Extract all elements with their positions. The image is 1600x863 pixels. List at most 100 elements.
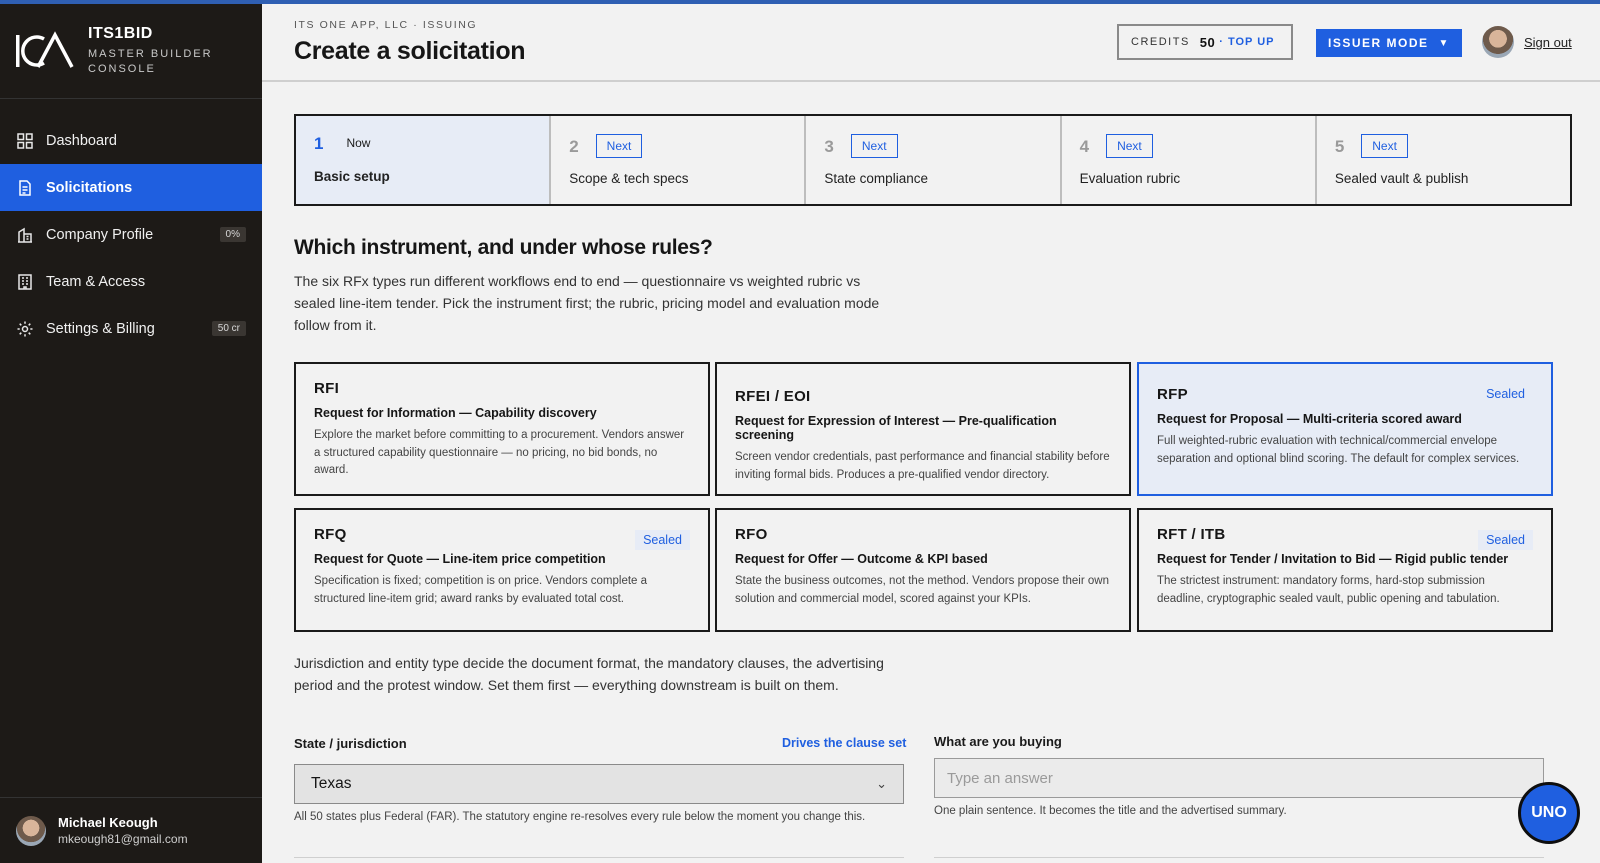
divider bbox=[294, 857, 904, 858]
avatar bbox=[16, 815, 46, 846]
caret-down-icon: ▼ bbox=[1438, 37, 1450, 49]
top-up-link[interactable]: · TOP UP bbox=[1219, 36, 1274, 48]
card-title: Request for Tender / Invitation to Bid —… bbox=[1157, 552, 1509, 566]
step-label: Evaluation rubric bbox=[1079, 171, 1181, 186]
sidebar-item-label: Settings & Billing bbox=[46, 320, 155, 337]
jurisdiction-description: Jurisdiction and entity type decide the … bbox=[294, 655, 884, 693]
credits-box: CREDITS 50 · TOP UP bbox=[1117, 24, 1293, 60]
brand-subtitle: MASTER BUILDER CONSOLE bbox=[88, 48, 213, 75]
step-sealed-vault-publish[interactable]: 5 Next Sealed vault & publish bbox=[1317, 116, 1570, 204]
profile-completion-badge: 0% bbox=[219, 227, 246, 242]
page-header: ITS ONE APP, LLC · ISSUING Create a soli… bbox=[262, 4, 1600, 82]
sidebar-item-label: Dashboard bbox=[46, 132, 117, 149]
step-basic-setup[interactable]: 1 Now Basic setup bbox=[296, 116, 552, 204]
card-title: Request for Quote — Line-item price comp… bbox=[314, 552, 606, 566]
sidebar-item-dashboard[interactable]: Dashboard bbox=[0, 117, 262, 164]
card-description: Full weighted-rubric evaluation with tec… bbox=[1157, 435, 1520, 465]
buying-label: What are you buying bbox=[934, 734, 1062, 749]
sidebar-item-label: Solicitations bbox=[46, 179, 133, 196]
instrument-card-rfo[interactable]: RFO Request for Offer — Outcome & KPI ba… bbox=[715, 508, 1131, 632]
sidebar-nav: Dashboard Solicitations Company Profile … bbox=[0, 117, 262, 352]
jurisdiction-help: All 50 states plus Federal (FAR). The st… bbox=[294, 811, 866, 823]
step-status: Now bbox=[346, 136, 371, 150]
sidebar-item-solicitations[interactable]: Solicitations bbox=[0, 164, 262, 211]
gear-icon bbox=[16, 320, 34, 338]
main-content: 1 Now Basic setup 2 Next Scope & tech sp… bbox=[262, 84, 1600, 863]
sidebar-item-team-access[interactable]: Team & Access bbox=[0, 258, 262, 305]
top-accent-bar bbox=[0, 0, 1600, 4]
card-title: Request for Offer — Outcome & KPI based bbox=[735, 552, 988, 566]
step-scope-tech-specs[interactable]: 2 Next Scope & tech specs bbox=[551, 116, 807, 204]
buying-help: One plain sentence. It becomes the title… bbox=[934, 805, 1287, 817]
step-state-compliance[interactable]: 3 Next State compliance bbox=[806, 116, 1062, 204]
card-title: Request for Expression of Interest — Pre… bbox=[735, 414, 1057, 442]
jurisdiction-select[interactable]: Texas ⌄ bbox=[294, 764, 904, 804]
card-code: RFO bbox=[735, 526, 768, 543]
card-code: RFI bbox=[314, 380, 340, 397]
sidebar: ITS1BID MASTER BUILDER CONSOLE Dashboard… bbox=[0, 4, 262, 863]
card-code: RFEI / EOI bbox=[735, 388, 811, 405]
step-status: Next bbox=[1106, 134, 1153, 158]
credits-badge: 50 cr bbox=[211, 321, 246, 336]
step-status: Next bbox=[850, 134, 898, 158]
issuer-mode-dropdown[interactable]: ISSUER MODE ▼ bbox=[1316, 29, 1462, 57]
credits-value: 50 bbox=[1199, 34, 1216, 50]
card-title: Request for Proposal — Multi-criteria sc… bbox=[1157, 412, 1462, 426]
step-label: Scope & tech specs bbox=[569, 171, 689, 186]
step-number: 1 bbox=[314, 134, 324, 153]
brand-logo-icon bbox=[16, 31, 74, 68]
step-evaluation-rubric[interactable]: 4 Next Evaluation rubric bbox=[1062, 116, 1317, 204]
page-title: Create a solicitation bbox=[294, 37, 526, 65]
sealed-badge: Sealed bbox=[635, 530, 690, 550]
sidebar-item-label: Team & Access bbox=[46, 273, 146, 290]
clause-set-note: Drives the clause set bbox=[782, 736, 907, 750]
step-status: Next bbox=[1361, 134, 1408, 158]
user-profile[interactable]: Michael Keough mkeough81@gmail.com bbox=[0, 797, 262, 863]
card-title: Request for Information — Capability dis… bbox=[314, 406, 597, 420]
card-code: RFP bbox=[1157, 386, 1188, 403]
card-code: RFT / ITB bbox=[1157, 526, 1226, 543]
card-description: State the business outcomes, not the met… bbox=[735, 575, 1109, 605]
card-description: Specification is fixed; competition is o… bbox=[314, 575, 648, 605]
user-name: Michael Keough bbox=[58, 815, 158, 830]
step-number: 4 bbox=[1079, 137, 1090, 156]
breadcrumb: ITS ONE APP, LLC · ISSUING bbox=[294, 19, 478, 31]
card-description: The strictest instrument: mandatory form… bbox=[1157, 575, 1500, 605]
header-avatar[interactable] bbox=[1482, 26, 1514, 58]
instrument-section-description: The six RFx types run different workflow… bbox=[294, 273, 880, 333]
instrument-card-rfei-eoi[interactable]: RFEI / EOI Request for Expression of Int… bbox=[715, 362, 1131, 496]
instrument-card-rfq[interactable]: RFQ Sealed Request for Quote — Line-item… bbox=[294, 508, 710, 632]
instrument-card-grid: RFI Request for Information — Capability… bbox=[294, 362, 1572, 638]
sidebar-item-company-profile[interactable]: Company Profile 0% bbox=[0, 211, 262, 258]
sidebar-item-label: Company Profile bbox=[46, 226, 154, 243]
sealed-badge: Sealed bbox=[1486, 387, 1525, 401]
step-number: 2 bbox=[569, 137, 579, 156]
buying-input[interactable] bbox=[934, 758, 1544, 798]
jurisdiction-label: State / jurisdiction bbox=[294, 736, 407, 751]
divider bbox=[934, 857, 1544, 858]
instrument-section-title: Which instrument, and under whose rules? bbox=[294, 236, 713, 259]
step-label: Sealed vault & publish bbox=[1334, 171, 1469, 186]
instrument-card-rft-itb[interactable]: RFT / ITB Sealed Request for Tender / In… bbox=[1137, 508, 1553, 632]
chevron-down-icon: ⌄ bbox=[876, 776, 887, 791]
instrument-card-rfi[interactable]: RFI Request for Information — Capability… bbox=[294, 362, 710, 496]
step-number: 3 bbox=[824, 137, 834, 156]
sealed-badge: Sealed bbox=[1478, 530, 1533, 550]
sidebar-item-settings-billing[interactable]: Settings & Billing 50 cr bbox=[0, 305, 262, 352]
team-icon bbox=[16, 273, 34, 291]
card-code: RFQ bbox=[314, 526, 347, 543]
issuer-mode-label: ISSUER MODE bbox=[1328, 36, 1429, 50]
jurisdiction-value: Texas bbox=[311, 775, 352, 792]
document-icon bbox=[16, 179, 34, 197]
sign-out-link[interactable]: Sign out bbox=[1524, 35, 1572, 50]
step-progress: 1 Now Basic setup 2 Next Scope & tech sp… bbox=[294, 114, 1572, 206]
instrument-card-rfp[interactable]: RFP Sealed Request for Proposal — Multi-… bbox=[1137, 362, 1553, 496]
uno-assistant-button[interactable]: UNO bbox=[1518, 782, 1580, 844]
credits-label: CREDITS bbox=[1131, 36, 1190, 48]
grid-icon bbox=[16, 132, 34, 150]
brand[interactable]: ITS1BID MASTER BUILDER CONSOLE bbox=[0, 4, 262, 99]
step-label: State compliance bbox=[824, 171, 928, 186]
card-description: Screen vendor credentials, past performa… bbox=[735, 451, 1110, 481]
step-label: Basic setup bbox=[314, 169, 390, 184]
user-email: mkeough81@gmail.com bbox=[58, 832, 188, 846]
